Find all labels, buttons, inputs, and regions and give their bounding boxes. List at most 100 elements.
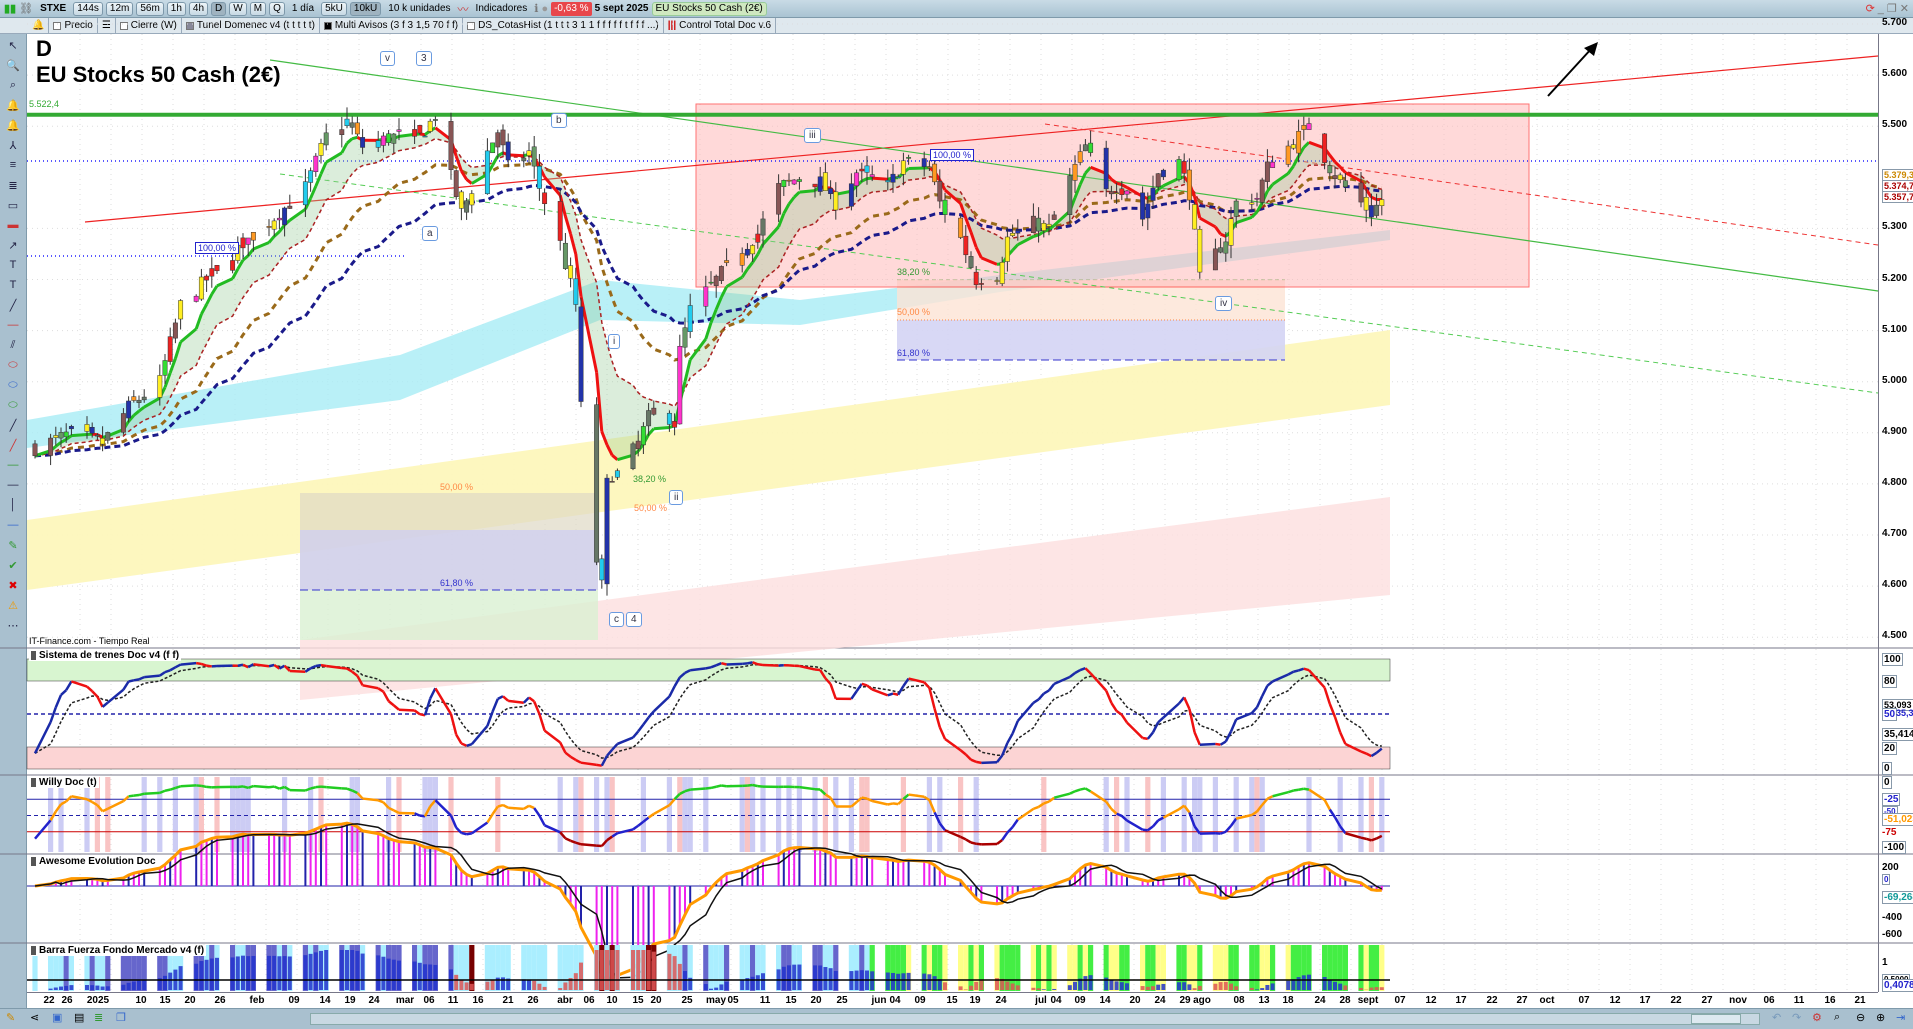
willy-stripe <box>1145 777 1151 852</box>
trenes-line <box>1188 708 1196 733</box>
barra-hist <box>209 958 214 990</box>
candle <box>828 188 834 194</box>
barra-hist <box>1322 976 1327 990</box>
barra-hist <box>906 972 911 990</box>
wave-label-b: b <box>551 113 567 128</box>
date-tick: jun <box>871 995 887 1006</box>
willy-stripe <box>1212 777 1218 852</box>
wave-label-i: i <box>608 334 621 349</box>
report-icon[interactable]: ▤ <box>74 1011 84 1024</box>
candle <box>1082 144 1088 152</box>
willy-line <box>970 841 977 846</box>
barra-stripe <box>1067 945 1073 991</box>
candle <box>240 237 246 249</box>
candle <box>817 176 823 192</box>
trenes-line <box>1126 721 1144 739</box>
panel-title-trenes[interactable]: Sistema de trenes Doc v4 (f f) <box>29 650 182 661</box>
chat-icon[interactable]: ▣ <box>52 1011 62 1024</box>
time-scrollbar[interactable] <box>310 1013 1760 1025</box>
barra-hist <box>1307 974 1311 990</box>
willy-stripe <box>1160 777 1166 852</box>
candle <box>1337 174 1343 180</box>
wave-label-v: v <box>380 51 395 66</box>
zoom-out-icon[interactable]: ⊖ <box>1856 1011 1865 1024</box>
willy-stripe <box>1254 777 1260 852</box>
price-tick: 4.500 <box>1882 630 1908 642</box>
panel-title-awesome[interactable]: Awesome Evolution Doc <box>29 856 158 867</box>
trenes-line <box>1266 680 1274 687</box>
willy-line <box>647 812 655 819</box>
barra-hist <box>558 988 563 990</box>
trenes-line <box>502 695 510 702</box>
draw-icon[interactable]: ✎ <box>6 1011 15 1024</box>
undo-icon[interactable]: ↶ <box>1772 1011 1781 1024</box>
barra-hist <box>194 963 199 990</box>
candle <box>708 281 714 284</box>
willy-stripe <box>937 777 943 852</box>
date-tick: 2025 <box>86 995 110 1006</box>
scroll-end-icon[interactable]: ⇥ <box>1896 1011 1905 1024</box>
date-tick: 14 <box>1099 995 1111 1006</box>
date-tick: 29 <box>1179 995 1191 1006</box>
candle <box>308 170 314 183</box>
awesome-tick-200: 200 <box>1882 862 1899 873</box>
willy-stripe <box>677 777 683 852</box>
barra-hist <box>423 964 427 990</box>
date-tick: 24 <box>1314 995 1326 1006</box>
candle <box>162 360 168 376</box>
panel-title-willy[interactable]: Willy Doc (t) <box>29 777 99 788</box>
trenes-line <box>460 742 468 747</box>
barra-hist <box>1125 983 1129 990</box>
barra-hist <box>828 968 833 990</box>
candle <box>266 226 272 228</box>
trenes-line <box>1199 742 1216 746</box>
candle <box>32 443 38 457</box>
candle <box>640 426 646 446</box>
candle <box>672 421 678 428</box>
candle <box>178 300 184 320</box>
panel-title-text: Sistema de trenes Doc v4 (f f) <box>39 650 180 661</box>
willy-line <box>747 783 753 787</box>
candle <box>490 142 496 154</box>
barra-hist <box>1073 981 1077 990</box>
candle <box>526 150 532 156</box>
willy-stripe <box>427 777 433 852</box>
date-axis[interactable]: 22 26 2025 10 15 20 26 feb 09 14 19 24 mar 06 11 16 21 26… <box>27 992 1878 1008</box>
settings-icon[interactable]: ⚙ <box>1812 1011 1822 1024</box>
willy-stripe <box>495 777 501 852</box>
scrollbar-thumb[interactable] <box>1691 1014 1741 1024</box>
barra-hist <box>126 982 131 990</box>
date-tick: 20 <box>810 995 822 1006</box>
barra-hist <box>891 972 895 990</box>
willy-line <box>1298 787 1305 791</box>
trenes-line <box>1032 698 1040 704</box>
barra-hist <box>1291 979 1296 990</box>
trenes-line <box>1328 703 1337 718</box>
candle <box>344 118 350 126</box>
barra-hist <box>1177 982 1181 990</box>
awesome-tick-400: -400 <box>1882 912 1903 923</box>
trenes-line <box>981 760 998 765</box>
barra-hist <box>922 973 927 990</box>
willy-value: -51,023 <box>1882 813 1913 826</box>
layers-icon[interactable]: ≣ <box>94 1011 103 1024</box>
barra-hist <box>1005 981 1010 990</box>
share-icon[interactable]: ⋖ <box>30 1011 39 1024</box>
willy-stripe <box>864 777 870 852</box>
candle <box>464 200 470 213</box>
date-tick: 07 <box>1394 995 1406 1006</box>
windows-icon[interactable]: ❐ <box>116 1011 126 1024</box>
candle <box>1030 215 1036 233</box>
candle <box>136 399 142 403</box>
candle <box>1067 175 1073 215</box>
willy-line <box>1272 790 1289 798</box>
barra-hist <box>246 956 251 990</box>
zoom-fit-icon[interactable]: ⌕ <box>1834 1011 1840 1024</box>
panel-title-barra[interactable]: Barra Fuerza Fondo Mercado v4 (f) <box>29 945 207 956</box>
willy-stripe <box>1379 777 1385 852</box>
redo-icon[interactable]: ↷ <box>1792 1011 1801 1024</box>
zoom-in-icon[interactable]: ⊕ <box>1876 1011 1885 1024</box>
willy-line <box>497 803 504 808</box>
candle <box>1218 247 1224 253</box>
candle <box>1249 202 1255 205</box>
